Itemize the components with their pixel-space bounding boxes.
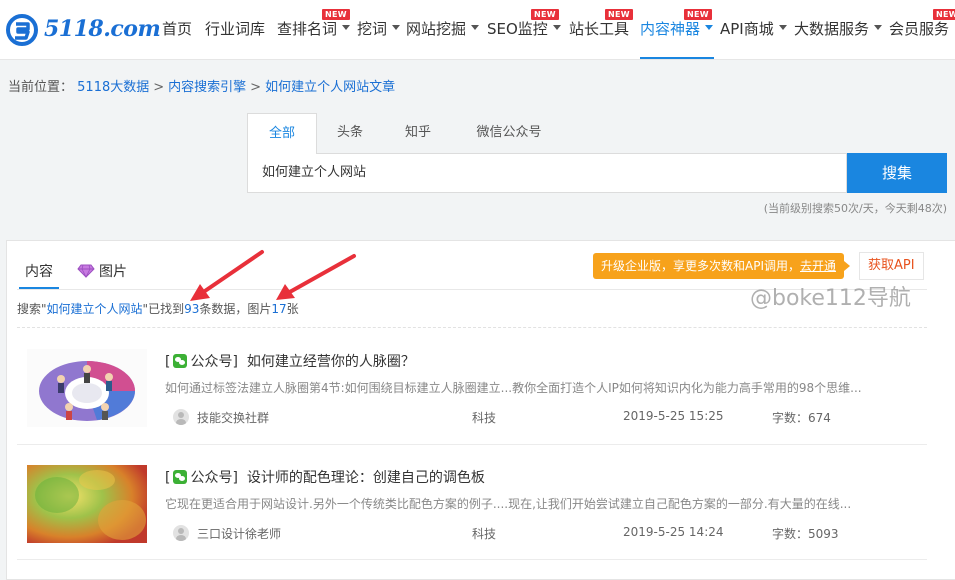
- tab-all[interactable]: 全部: [247, 113, 317, 154]
- nav-label: 挖词: [357, 20, 388, 38]
- result-item: [ 公众号] 设计师的配色理论：创建自己的调色板 它现在更适合用于网站设计.另外一…: [27, 465, 927, 565]
- diamond-icon: [77, 264, 95, 278]
- nav-label: 查排名词: [277, 20, 338, 38]
- bracket: [: [165, 354, 171, 370]
- breadcrumb-separator: >: [153, 80, 165, 95]
- bracket: [: [165, 470, 171, 486]
- promo-link[interactable]: 去开通: [800, 259, 836, 273]
- result-thumbnail[interactable]: [27, 349, 147, 427]
- nav-big-data[interactable]: 大数据服务: [794, 0, 883, 59]
- chevron-down-icon: [778, 25, 787, 30]
- nav-label: 行业词库: [205, 20, 266, 38]
- author-name: 三口设计徐老师: [197, 527, 282, 541]
- promo-text: 升级企业版，享更多次数和API调用，: [601, 259, 800, 273]
- chevron-down-icon: [392, 25, 401, 30]
- thumbnail-image: [27, 465, 147, 543]
- divider: [17, 327, 927, 328]
- result-source: 公众号]: [190, 354, 238, 370]
- new-badge: NEW: [933, 9, 955, 20]
- nav-label: 会员服务: [889, 20, 950, 38]
- tab-wechat[interactable]: 微信公众号: [463, 113, 555, 154]
- chevron-down-icon: [705, 25, 714, 30]
- new-badge: NEW: [684, 9, 712, 20]
- breadcrumb: 当前位置： 5118大数据 > 内容搜索引擎 > 如何建立个人网站文章: [8, 76, 395, 95]
- nav-label: SEO监控: [487, 20, 548, 38]
- new-badge: NEW: [322, 9, 350, 20]
- nav-label: API商城: [720, 20, 774, 38]
- result-word-count: 字数：5093: [772, 527, 839, 541]
- nav-keyword-mining[interactable]: 挖词: [357, 0, 401, 59]
- results-summary: 搜索"如何建立个人网站"已找到93条数据，图片17张: [17, 300, 299, 317]
- tab-content-label: 内容: [25, 264, 53, 280]
- result-thumbnail[interactable]: [27, 465, 147, 543]
- result-date: 2019-5-25 14:24: [623, 525, 724, 539]
- breadcrumb-link[interactable]: 如何建立个人网站文章: [265, 80, 395, 95]
- chevron-down-icon: [342, 25, 351, 30]
- logo-icon: [6, 14, 38, 46]
- chevron-down-icon: [874, 25, 883, 30]
- result-date: 2019-5-25 15:25: [623, 409, 724, 423]
- logo[interactable]: 5118.com: [6, 12, 161, 48]
- watermark: @boke112导航: [750, 286, 911, 311]
- nav-home[interactable]: 首页: [162, 0, 192, 59]
- avatar-icon: [173, 525, 189, 541]
- summary-count: 93: [184, 302, 200, 316]
- new-badge: NEW: [531, 9, 559, 20]
- tab-toutiao[interactable]: 头条: [323, 113, 377, 154]
- result-title[interactable]: [ 公众号] 设计师的配色理论：创建自己的调色板: [165, 467, 485, 487]
- result-source: 公众号]: [190, 470, 238, 486]
- nav-label: 首页: [162, 20, 193, 38]
- breadcrumb-separator: >: [250, 80, 262, 95]
- breadcrumb-link[interactable]: 5118大数据: [77, 80, 149, 95]
- tab-zhihu[interactable]: 知乎: [390, 113, 446, 154]
- result-word-count: 字数：674: [772, 411, 831, 425]
- wechat-icon: [173, 470, 188, 484]
- upgrade-promo: 升级企业版，享更多次数和API调用，去开通: [593, 253, 851, 279]
- result-item: [ 公众号] 如何建立经营你的人脉圈？ 如何通过标签法建立人脉圈第4节:如何围绕目…: [27, 349, 927, 449]
- thumbnail-image: [27, 349, 147, 427]
- chevron-down-icon: [471, 25, 480, 30]
- nav-site-mining[interactable]: 网站挖掘: [406, 0, 480, 59]
- breadcrumb-link[interactable]: 内容搜索引擎: [168, 80, 246, 95]
- summary-text: 搜索": [17, 302, 47, 316]
- tab-images[interactable]: 图片: [77, 261, 127, 289]
- chevron-down-icon: [552, 25, 561, 30]
- result-category: 科技: [472, 411, 497, 425]
- divider: [17, 559, 927, 560]
- search-input[interactable]: 如何建立个人网站: [247, 153, 847, 193]
- nav-label: 内容神器: [640, 20, 701, 38]
- search-tabs: 全部 头条 知乎 微信公众号: [247, 113, 947, 154]
- nav-industry-lexicon[interactable]: 行业词库: [205, 0, 265, 59]
- nav-label: 网站挖掘: [406, 20, 467, 38]
- avatar-icon: [173, 409, 189, 425]
- get-api-button[interactable]: 获取API: [859, 252, 924, 280]
- summary-text: 条数据，图片: [199, 302, 272, 316]
- tab-content[interactable]: 内容: [19, 261, 59, 289]
- result-title-text: 设计师的配色理论：创建自己的调色板: [246, 470, 485, 486]
- result-description: 如何通过标签法建立人脉圈第4节:如何围绕目标建立人脉圈建立...教你全面打造个人…: [165, 381, 862, 395]
- summary-text: 张: [286, 302, 299, 316]
- logo-text: 5118.com: [44, 16, 161, 42]
- breadcrumb-prefix: 当前位置：: [8, 80, 74, 95]
- divider: [17, 444, 927, 445]
- nav-label: 站长工具: [569, 20, 630, 38]
- top-navigation: 5118.com 首页 行业词库 查排名词 挖词 网站挖掘 SEO监控 站长工具…: [0, 0, 955, 60]
- result-title-text: 如何建立经营你的人脉圈？: [246, 354, 415, 370]
- summary-image-count: 17: [271, 302, 287, 316]
- nav-api-mall[interactable]: API商城: [720, 0, 787, 59]
- result-category: 科技: [472, 527, 497, 541]
- summary-keyword: 如何建立个人网站: [46, 302, 143, 316]
- result-author[interactable]: 技能交换社群: [173, 409, 269, 426]
- tab-images-label: 图片: [99, 264, 127, 280]
- author-name: 技能交换社群: [197, 411, 270, 425]
- summary-text: "已找到: [142, 302, 185, 316]
- result-author[interactable]: 三口设计徐老师: [173, 525, 281, 542]
- result-title[interactable]: [ 公众号] 如何建立经营你的人脉圈？: [165, 351, 415, 371]
- result-description: 它现在更适合用于网站设计.另外一个传统类比配色方案的例子....现在,让我们开始…: [165, 497, 852, 511]
- wechat-icon: [173, 354, 188, 368]
- search-button[interactable]: 搜集: [847, 153, 947, 193]
- search-quota: (当前级别搜索50次/天，今天剩48次): [763, 202, 947, 215]
- nav-label: 大数据服务: [794, 20, 870, 38]
- new-badge: NEW: [605, 9, 633, 20]
